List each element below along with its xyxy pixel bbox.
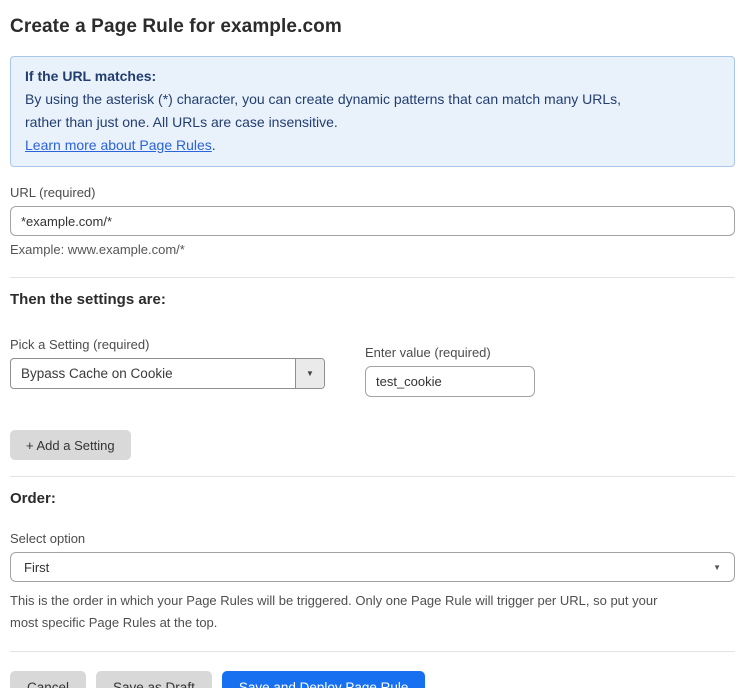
order-select-value: First	[24, 560, 49, 575]
create-page-rule-form: Create a Page Rule for example.com If th…	[0, 0, 750, 688]
add-setting-button[interactable]: + Add a Setting	[10, 430, 131, 460]
order-description-line1: This is the order in which your Page Rul…	[10, 590, 735, 612]
url-match-info-box: If the URL matches: By using the asteris…	[10, 56, 735, 167]
value-column: Enter value (required)	[365, 319, 535, 397]
setting-column: Pick a Setting (required) Bypass Cache o…	[10, 319, 325, 397]
setting-select[interactable]: Bypass Cache on Cookie ▼	[10, 358, 325, 389]
order-description-line2: most specific Page Rules at the top.	[10, 612, 735, 634]
info-box-link-line: Learn more about Page Rules.	[25, 134, 720, 157]
info-box-title: If the URL matches:	[25, 65, 720, 88]
order-section-heading: Order:	[10, 490, 735, 507]
page-title: Create a Page Rule for example.com	[10, 16, 735, 38]
divider	[10, 651, 735, 652]
save-deploy-button[interactable]: Save and Deploy Page Rule	[222, 671, 426, 688]
enter-value-label: Enter value (required)	[365, 345, 535, 360]
setting-value-input[interactable]	[365, 366, 535, 397]
divider	[10, 476, 735, 477]
setting-select-value: Bypass Cache on Cookie	[11, 366, 173, 381]
info-box-body-line1: By using the asterisk (*) character, you…	[25, 88, 720, 111]
pick-setting-label: Pick a Setting (required)	[10, 337, 325, 352]
settings-row: Pick a Setting (required) Bypass Cache o…	[10, 319, 735, 397]
url-label: URL (required)	[10, 185, 735, 200]
order-select[interactable]: First ▼	[10, 552, 735, 582]
cancel-button[interactable]: Cancel	[10, 671, 86, 688]
url-example-hint: Example: www.example.com/*	[10, 242, 735, 257]
info-box-body-line2: rather than just one. All URLs are case …	[25, 111, 720, 134]
action-buttons: Cancel Save as Draft Save and Deploy Pag…	[10, 671, 735, 688]
save-draft-button[interactable]: Save as Draft	[96, 671, 212, 688]
divider	[10, 277, 735, 278]
order-description: This is the order in which your Page Rul…	[10, 590, 735, 634]
link-suffix: .	[212, 137, 216, 153]
learn-more-link[interactable]: Learn more about Page Rules	[25, 137, 212, 153]
chevron-down-icon: ▼	[713, 563, 721, 572]
select-option-label: Select option	[10, 531, 735, 546]
settings-section-heading: Then the settings are:	[10, 291, 735, 308]
chevron-down-icon[interactable]: ▼	[295, 359, 324, 388]
url-input[interactable]	[10, 206, 735, 236]
